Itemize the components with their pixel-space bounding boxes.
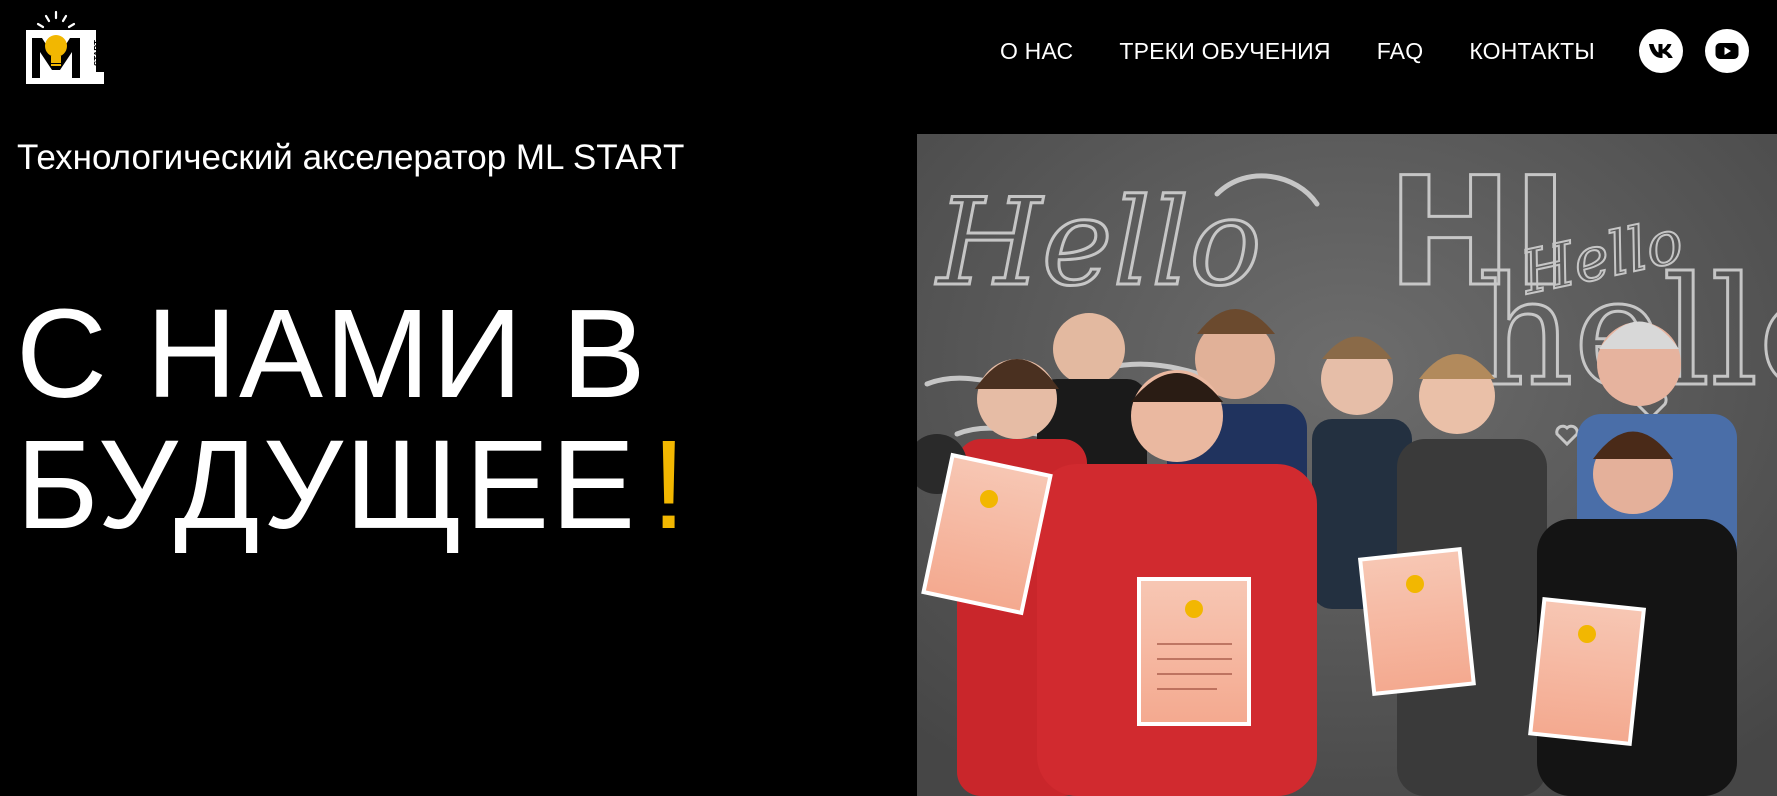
headline-exclamation: ! <box>651 414 689 555</box>
group-photo-image: Hello HI Hello hello <box>917 134 1777 796</box>
youtube-icon <box>1715 43 1739 59</box>
hero-tagline: Технологический акселератор ML START <box>17 138 685 177</box>
svg-text:START: START <box>93 40 102 66</box>
lightbulb-logo-icon: START <box>26 10 104 84</box>
hero-photo: Hello HI Hello hello <box>917 134 1777 796</box>
nav-tracks[interactable]: ТРЕКИ ОБУЧЕНИЯ <box>1119 36 1330 66</box>
nav-contacts[interactable]: КОНТАКТЫ <box>1469 36 1595 66</box>
vk-link[interactable] <box>1639 29 1683 73</box>
youtube-link[interactable] <box>1705 29 1749 73</box>
headline-word: БУДУЩЕЕ <box>16 414 638 555</box>
nav-faq[interactable]: FAQ <box>1377 36 1424 66</box>
headline-line-2: БУДУЩЕЕ! <box>16 419 688 550</box>
nav-about[interactable]: О НАС <box>1000 36 1073 66</box>
headline-line-1: С НАМИ В <box>16 283 648 424</box>
vk-icon <box>1649 44 1673 58</box>
hero-headline: С НАМИ В БУДУЩЕЕ! <box>16 288 688 550</box>
chalk-word-hello: Hello <box>935 174 1262 313</box>
site-logo[interactable]: START <box>24 8 106 90</box>
main-nav: О НАС ТРЕКИ ОБУЧЕНИЯ FAQ КОНТАКТЫ <box>1000 36 1595 66</box>
